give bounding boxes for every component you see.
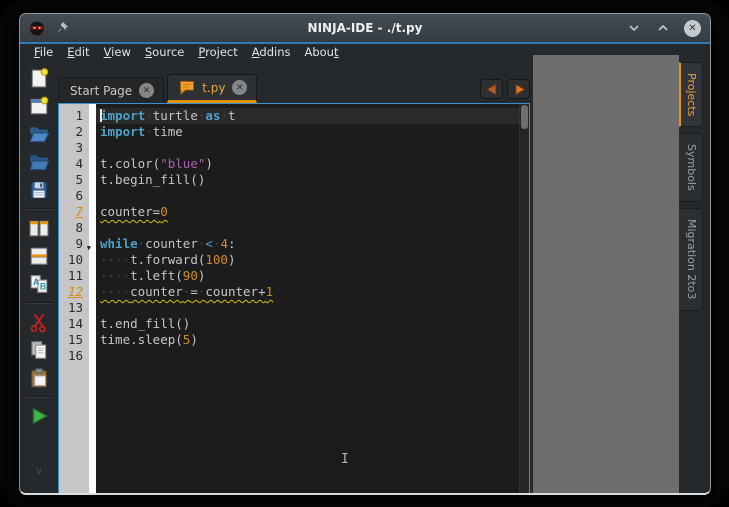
titlebar[interactable]: NINJA-IDE - ./t.py ✕ (20, 14, 710, 42)
code-line: ····t.forward(100) (100, 252, 236, 267)
code-line: ····counter·=·counter+1 (96, 284, 519, 300)
line-number: 9 ▼ (59, 236, 91, 252)
line-number: 1 (75, 108, 83, 123)
code-line: import·time (100, 124, 183, 139)
projects-panel[interactable] (533, 55, 679, 493)
toolbar: A B ∨ (22, 62, 56, 477)
line-number: 6 (75, 188, 83, 203)
pep8-warning-span: counter=0 (100, 204, 168, 219)
maximize-button[interactable] (655, 20, 671, 36)
split-horizontal-icon[interactable] (26, 216, 52, 240)
toolbar-separator (26, 302, 52, 304)
menu-item-file[interactable]: File (28, 45, 59, 59)
editor-tabbar: Start Page ✕ t.py ✕ (58, 74, 530, 103)
code-area[interactable]: import·turtle·as·t import·time t.color("bl… (96, 104, 519, 493)
minimize-button[interactable] (626, 20, 642, 36)
menu-item-addins[interactable]: Addins (246, 45, 297, 59)
code-line: t.begin_fill() (100, 172, 206, 187)
code-line: while·counter·<·4: (100, 236, 236, 251)
line-number-gutter: 1 2 3 4 5 6 7 8 9 ▼ 10 11 12 13 14 15 16 (59, 104, 91, 493)
menu-item-project[interactable]: Project (192, 45, 243, 59)
side-tab-projects[interactable]: Projects (679, 62, 703, 128)
editor-margin-strip (89, 104, 96, 493)
side-tab-migration-2to3[interactable]: Migration 2to3 (679, 208, 703, 311)
editor-scrollbar[interactable] (519, 104, 529, 493)
menu-item-about[interactable]: About (298, 45, 344, 59)
tab-close-icon[interactable]: ✕ (139, 83, 155, 98)
line-number: 2 (75, 124, 83, 139)
tab-t-py[interactable]: t.py ✕ (167, 74, 258, 103)
line-number: 14 (67, 316, 83, 331)
line-number: 8 (75, 220, 83, 235)
line-number: 5 (75, 172, 83, 187)
code-editor[interactable]: 1 2 3 4 5 6 7 8 9 ▼ 10 11 12 13 14 15 16 import·turtle·a… (58, 103, 530, 493)
svg-text:B: B (40, 282, 46, 292)
pep8-warning-span: ····counter·=·counter+1 (100, 284, 274, 299)
text-caret (100, 109, 102, 122)
line-number: 12 (67, 284, 83, 299)
side-tab-symbols[interactable]: Symbols (679, 133, 703, 203)
split-vertical-icon[interactable] (26, 244, 52, 268)
tab-label: Start Page (70, 83, 133, 98)
toolbar-separator (26, 208, 52, 210)
open-file-icon[interactable] (26, 122, 52, 146)
new-project-icon[interactable] (26, 94, 52, 118)
toolbar-overflow-chevron[interactable]: ∨ (35, 464, 43, 477)
line-number: 7 (75, 204, 83, 219)
line-number: 15 (67, 332, 83, 347)
menu-item-edit[interactable]: Edit (61, 45, 95, 59)
code-line: ····t.left(90) (100, 268, 206, 283)
code-line: time.sleep(5) (100, 332, 198, 347)
chat-bubble-icon (179, 80, 195, 95)
mouse-ibeam-cursor: I (341, 452, 349, 467)
copy-icon[interactable] (26, 338, 52, 362)
code-line: import·turtle·as·t (96, 108, 519, 124)
line-number: 16 (67, 348, 83, 363)
tab-close-icon[interactable]: ✕ (232, 80, 248, 95)
find-replace-icon[interactable]: AB (26, 272, 52, 296)
line-number: 13 (67, 300, 83, 315)
code-line: counter=0 (96, 204, 519, 220)
app-window: NINJA-IDE - ./t.py ✕ File Edit View Source P… (19, 13, 711, 495)
screen-background: NINJA-IDE - ./t.py ✕ File Edit View Source P… (0, 0, 729, 507)
run-icon[interactable] (26, 404, 52, 428)
line-number: 4 (75, 156, 83, 171)
app-ninja-icon (29, 20, 45, 36)
pin-icon[interactable] (54, 20, 70, 36)
open-project-icon[interactable] (26, 150, 52, 174)
menu-item-view[interactable]: View (98, 45, 137, 59)
cut-icon[interactable] (26, 310, 52, 334)
side-tab-strip: Projects Symbols Migration 2to3 (679, 62, 703, 311)
main-area: A B ∨ Start Page ✕ t.py ✕ 1 2 3 4 5 6 7 8 9 ▼ 10 11 12 13 1… (20, 55, 710, 493)
code-line: t.end_fill() (100, 316, 191, 331)
line-number: 10 (67, 252, 83, 267)
tab-start-page[interactable]: Start Page ✕ (58, 77, 165, 103)
code-line: t.color("blue") (100, 156, 213, 171)
window-title: NINJA-IDE - ./t.py (307, 21, 423, 35)
nav-back-button[interactable] (480, 79, 503, 99)
toolbar-separator (26, 396, 52, 398)
nav-forward-button[interactable] (507, 79, 530, 99)
line-number: 3 (75, 140, 83, 155)
new-file-icon[interactable] (26, 66, 52, 90)
menu-item-source[interactable]: Source (139, 45, 191, 59)
save-icon[interactable] (26, 178, 52, 202)
tab-label: t.py (202, 80, 226, 95)
editor-scrollbar-thumb[interactable] (521, 105, 528, 129)
line-number: 11 (67, 268, 83, 283)
paste-icon[interactable] (26, 366, 52, 390)
close-button[interactable]: ✕ (684, 19, 701, 37)
